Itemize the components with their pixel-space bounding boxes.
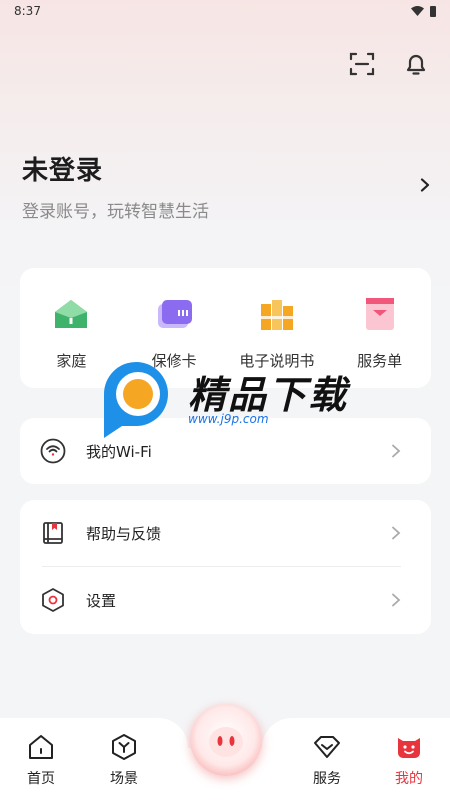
menu-item-help-feedback[interactable]: 帮助与反馈 bbox=[20, 500, 431, 566]
manual-icon bbox=[260, 300, 293, 330]
tab-service[interactable]: 服务 bbox=[297, 732, 357, 788]
status-icons bbox=[411, 5, 436, 17]
assistant-face-icon bbox=[209, 727, 243, 757]
tab-service-label: 服务 bbox=[313, 771, 341, 787]
scan-icon bbox=[349, 52, 375, 76]
tool-service-order-label: 服务单 bbox=[357, 352, 403, 370]
wifi-icon bbox=[40, 438, 66, 464]
watermark-url: www.j9p.com bbox=[188, 412, 269, 426]
login-entry[interactable]: 未登录 登录账号，玩转智慧生活 bbox=[22, 150, 432, 222]
tool-home-label: 家庭 bbox=[56, 352, 87, 370]
scan-button[interactable] bbox=[348, 50, 376, 78]
chevron-right-icon bbox=[392, 444, 401, 458]
tab-mine-label: 我的 bbox=[395, 771, 423, 787]
chevron-right-icon bbox=[420, 178, 430, 192]
header-actions bbox=[348, 50, 430, 78]
settings-hexagon-icon bbox=[42, 588, 64, 612]
scene-tab-icon bbox=[112, 734, 136, 760]
status-time: 8:37 bbox=[14, 4, 41, 18]
service-order-icon bbox=[365, 298, 394, 330]
warranty-card-icon bbox=[158, 300, 193, 328]
user-subtitle: 登录账号，玩转智慧生活 bbox=[22, 202, 209, 222]
watermark: 精品下载 www.j9p.com bbox=[96, 358, 356, 440]
settings-card: 帮助与反馈 设置 bbox=[20, 500, 431, 634]
user-name: 未登录 bbox=[22, 156, 104, 186]
bell-icon bbox=[406, 54, 426, 75]
menu-item-settings[interactable]: 设置 bbox=[20, 567, 431, 633]
tab-home[interactable]: 首页 bbox=[11, 732, 71, 788]
center-assistant-button[interactable] bbox=[190, 704, 262, 776]
menu-item-wifi-label: 我的Wi-Fi bbox=[86, 442, 152, 461]
wifi-signal-icon bbox=[411, 6, 424, 16]
book-icon bbox=[43, 522, 63, 544]
menu-item-help-label: 帮助与反馈 bbox=[86, 524, 162, 543]
menu-item-settings-label: 设置 bbox=[86, 591, 117, 610]
tab-scene-label: 场景 bbox=[110, 771, 138, 787]
home-icon bbox=[55, 300, 88, 328]
chevron-right-icon bbox=[392, 593, 401, 607]
notification-button[interactable] bbox=[402, 50, 430, 78]
tab-mine[interactable]: 我的 bbox=[379, 732, 439, 788]
chevron-right-icon bbox=[392, 526, 401, 540]
service-tab-icon bbox=[314, 736, 340, 758]
mine-tab-icon bbox=[398, 738, 420, 758]
status-bar: 8:37 bbox=[0, 0, 450, 22]
watermark-title: 精品下载 bbox=[188, 373, 349, 417]
tab-home-label: 首页 bbox=[27, 771, 55, 787]
watermark-logo-icon bbox=[104, 362, 168, 438]
tab-scene[interactable]: 场景 bbox=[94, 732, 154, 788]
battery-icon bbox=[430, 5, 436, 17]
home-tab-icon bbox=[29, 735, 53, 759]
